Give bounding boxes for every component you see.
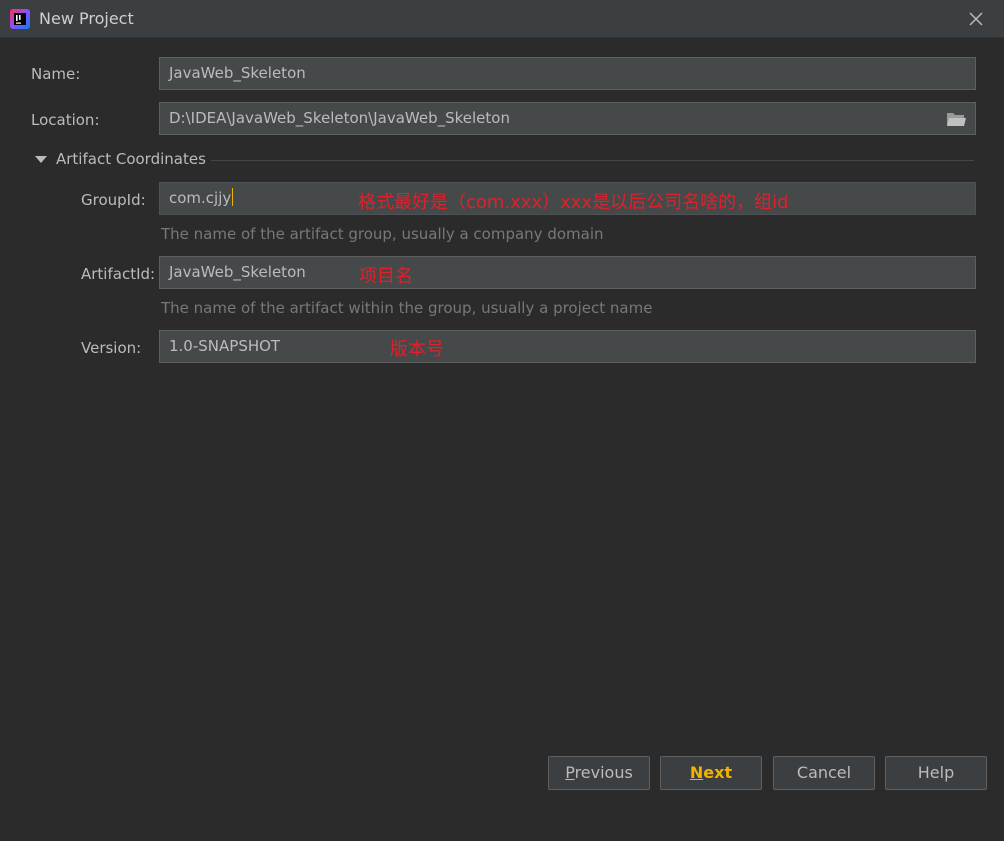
close-icon[interactable] [966, 9, 986, 29]
next-button[interactable]: Next [660, 756, 762, 790]
section-divider [211, 160, 974, 161]
groupid-hint: The name of the artifact group, usually … [161, 225, 604, 243]
groupid-annotation: 格式最好是（com.xxx）xxx是以后公司名啥的，组id [358, 192, 789, 213]
artifactid-input[interactable]: JavaWeb_Skeleton [159, 256, 976, 289]
intellij-icon [10, 9, 30, 29]
collapse-triangle-icon[interactable] [34, 153, 48, 167]
name-input[interactable]: JavaWeb_Skeleton [159, 57, 976, 90]
dialog-content: Name: JavaWeb_Skeleton Location: D:\IDEA… [0, 38, 1004, 841]
version-annotation: 版本号 [390, 339, 444, 360]
previous-label: revious [574, 763, 633, 782]
name-value: JavaWeb_Skeleton [169, 64, 306, 82]
version-label: Version: [81, 339, 142, 357]
title-bar: New Project [0, 0, 1004, 38]
artifactid-value: JavaWeb_Skeleton [169, 263, 306, 281]
version-input[interactable]: 1.0-SNAPSHOT [159, 330, 976, 363]
groupid-value: com.cjjy [169, 189, 232, 207]
help-button[interactable]: Help [885, 756, 987, 790]
location-value: D:\IDEA\JavaWeb_Skeleton\JavaWeb_Skeleto… [169, 109, 510, 127]
version-value: 1.0-SNAPSHOT [169, 337, 281, 355]
previous-button[interactable]: Previous [548, 756, 650, 790]
artifactid-hint: The name of the artifact within the grou… [161, 299, 653, 317]
text-caret [232, 188, 234, 206]
location-input[interactable]: D:\IDEA\JavaWeb_Skeleton\JavaWeb_Skeleto… [159, 102, 976, 135]
name-label: Name: [31, 65, 81, 83]
section-title[interactable]: Artifact Coordinates [56, 150, 206, 168]
folder-icon[interactable] [946, 110, 966, 128]
window-title: New Project [39, 9, 134, 28]
previous-mnemonic: P [565, 763, 575, 782]
next-label: ext [703, 763, 733, 782]
artifactid-annotation: 项目名 [359, 266, 413, 287]
location-label: Location: [31, 111, 100, 129]
artifactid-label: ArtifactId: [81, 265, 156, 283]
next-mnemonic: N [689, 763, 704, 782]
cancel-button[interactable]: Cancel [773, 756, 875, 790]
groupid-label: GroupId: [81, 191, 146, 209]
